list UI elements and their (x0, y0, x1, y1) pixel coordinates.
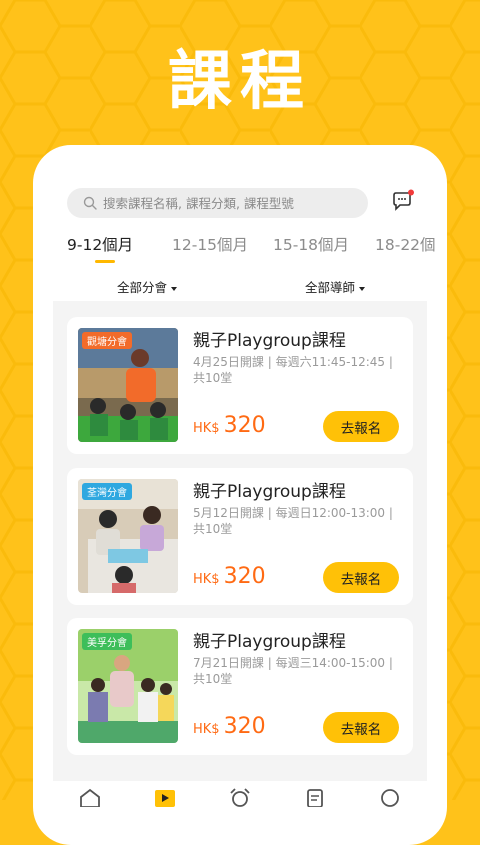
play-icon[interactable] (153, 787, 177, 807)
price-amount: 320 (223, 714, 266, 739)
course-price: HK$ 320 (193, 413, 266, 438)
branch-badge: 觀塘分會 (82, 332, 132, 349)
age-tabs: 9-12個月 12-15個月 15-18個月 18-22個 (33, 233, 447, 269)
tab-12-15-months[interactable]: 12-15個月 (172, 233, 248, 255)
course-price: HK$ 320 (193, 564, 266, 589)
home-icon[interactable] (78, 787, 102, 807)
price-currency: HK$ (193, 421, 220, 436)
tab-18-22-months[interactable]: 18-22個 (375, 233, 436, 255)
branch-filter-label: 全部分會 (117, 280, 168, 295)
price-amount: 320 (223, 413, 266, 438)
caret-down-icon (171, 286, 178, 291)
course-photo: 觀塘分會 (78, 328, 178, 442)
course-list: 觀塘分會 親子Playgroup課程 4月25日開課 | 每週六11:45-12… (53, 301, 427, 781)
search-icon (83, 196, 97, 210)
document-icon[interactable] (303, 787, 327, 807)
enroll-button[interactable]: 去報名 (323, 712, 399, 743)
tab-9-12-months[interactable]: 9-12個月 (67, 233, 133, 255)
branch-filter[interactable]: 全部分會 (117, 277, 178, 296)
price-amount: 320 (223, 564, 266, 589)
course-card[interactable]: 美孚分會 親子Playgroup課程 7月21日開課 | 每週三14:00-15… (67, 618, 413, 755)
course-title: 親子Playgroup課程 (193, 632, 346, 652)
course-schedule: 4月25日開課 | 每週六11:45-12:45 | 共10堂 (193, 355, 393, 385)
search-input[interactable] (101, 194, 365, 212)
course-photo: 荃灣分會 (78, 479, 178, 593)
price-currency: HK$ (193, 572, 220, 587)
alarm-icon[interactable] (228, 787, 252, 807)
caret-down-icon (359, 286, 366, 291)
filter-bar: 全部分會 全部導師 (33, 277, 447, 297)
active-tab-indicator (95, 260, 115, 263)
branch-badge: 荃灣分會 (82, 483, 132, 500)
bottom-nav (33, 781, 447, 811)
message-icon[interactable] (391, 189, 415, 213)
course-schedule: 7月21日開課 | 每週三14:00-15:00 | 共10堂 (193, 656, 393, 686)
course-title: 親子Playgroup課程 (193, 331, 346, 351)
search-bar[interactable] (67, 188, 368, 218)
enroll-button[interactable]: 去報名 (323, 411, 399, 442)
tutor-filter-label: 全部導師 (305, 280, 356, 295)
phone-frame: 9-12個月 12-15個月 15-18個月 18-22個 全部分會 全部導師 (33, 145, 447, 845)
course-schedule: 5月12日開課 | 每週日12:00-13:00 | 共10堂 (193, 506, 393, 536)
page-title: 課程 (168, 45, 312, 119)
enroll-button[interactable]: 去報名 (323, 562, 399, 593)
tutor-filter[interactable]: 全部導師 (305, 277, 366, 296)
course-title: 親子Playgroup課程 (193, 482, 346, 502)
course-card[interactable]: 觀塘分會 親子Playgroup課程 4月25日開課 | 每週六11:45-12… (67, 317, 413, 454)
chat-icon[interactable] (378, 787, 402, 807)
course-photo: 美孚分會 (78, 629, 178, 743)
branch-badge: 美孚分會 (82, 633, 132, 650)
course-price: HK$ 320 (193, 714, 266, 739)
tab-15-18-months[interactable]: 15-18個月 (273, 233, 349, 255)
price-currency: HK$ (193, 722, 220, 737)
course-card[interactable]: 荃灣分會 親子Playgroup課程 5月12日開課 | 每週日12:00-13… (67, 468, 413, 605)
